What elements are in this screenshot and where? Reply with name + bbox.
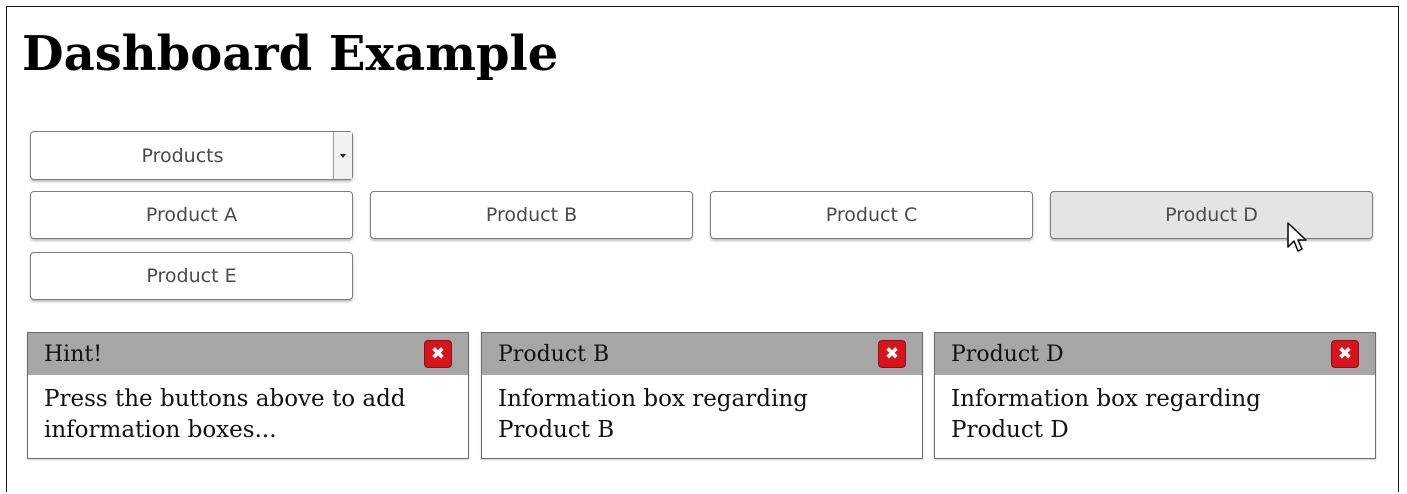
products-select-value: Products <box>141 144 224 167</box>
product-a-button[interactable]: Product A <box>30 191 353 239</box>
products-select[interactable]: Products <box>30 131 353 180</box>
page-title: Dashboard Example <box>22 26 559 82</box>
close-icon[interactable]: ✖ <box>878 340 906 368</box>
info-box-title: Product B <box>498 341 610 367</box>
close-icon[interactable]: ✖ <box>424 340 452 368</box>
info-box-title: Hint! <box>44 341 103 367</box>
product-b-button[interactable]: Product B <box>370 191 693 239</box>
info-box-product-d: Product D ✖ Information box regarding Pr… <box>934 332 1376 459</box>
close-icon[interactable]: ✖ <box>1331 340 1359 368</box>
info-box-hint: Hint! ✖ Press the buttons above to add i… <box>27 332 469 459</box>
mouse-pointer-icon <box>1287 222 1307 252</box>
info-box-header: Product B ✖ <box>482 333 922 375</box>
info-box-body: Information box regarding Product B <box>498 386 808 443</box>
product-e-button[interactable]: Product E <box>30 252 353 300</box>
info-box-product-b: Product B ✖ Information box regarding Pr… <box>481 332 923 459</box>
info-box-header: Product D ✖ <box>935 333 1375 375</box>
product-c-button[interactable]: Product C <box>710 191 1033 239</box>
info-box-body: Press the buttons above to add informati… <box>44 386 406 443</box>
dropdown-arrow-icon[interactable] <box>333 132 352 179</box>
product-d-button[interactable]: Product D <box>1050 191 1373 239</box>
info-box-header: Hint! ✖ <box>28 333 468 375</box>
info-box-body: Information box regarding Product D <box>951 386 1261 443</box>
info-box-title: Product D <box>951 341 1064 367</box>
